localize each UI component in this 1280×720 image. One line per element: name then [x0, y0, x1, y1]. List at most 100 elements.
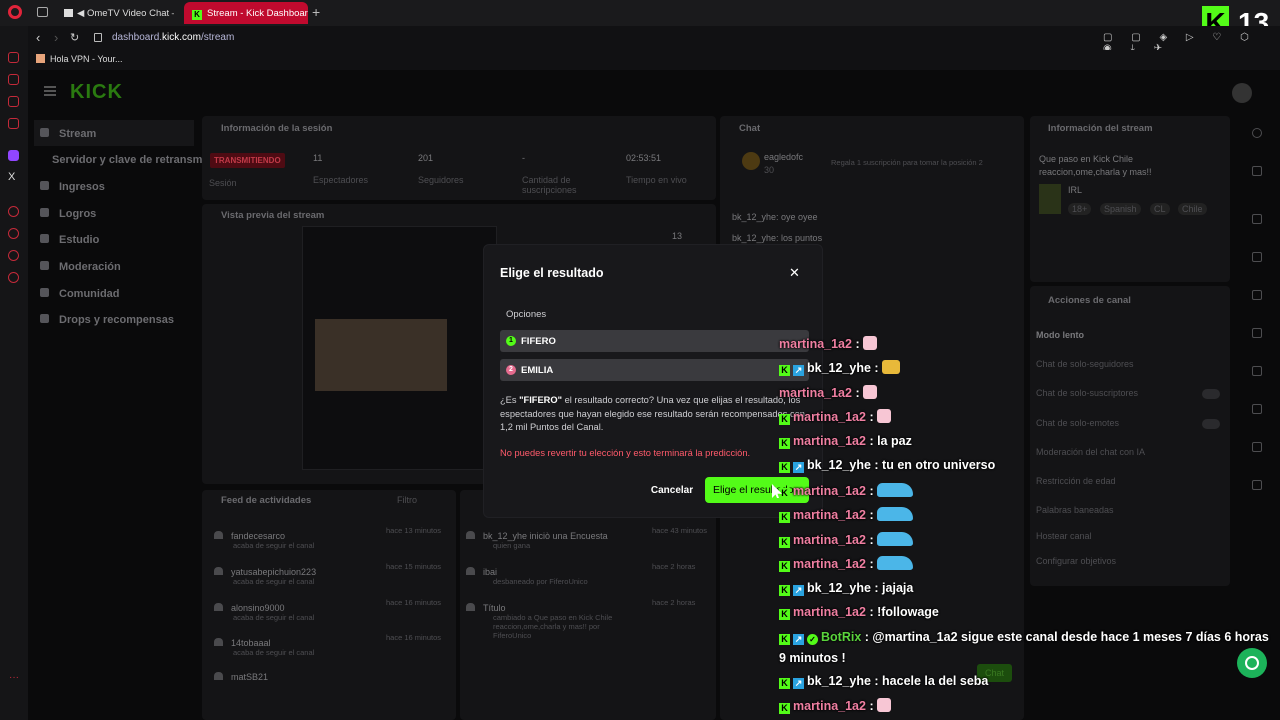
tab-kick-dashboard[interactable]: K Stream - Kick Dashboard: [184, 2, 308, 24]
sidebar-item-estudio[interactable]: Estudio: [40, 234, 99, 246]
sidebar-app-icon[interactable]: [8, 96, 19, 107]
new-tab-button[interactable]: +: [312, 4, 320, 20]
sidebar-item-ingresos[interactable]: Ingresos: [40, 181, 105, 193]
chat-message: Kmartina_1a2 :: [779, 409, 892, 425]
tag[interactable]: 18+: [1068, 203, 1092, 215]
filter-button[interactable]: Filtro: [397, 495, 417, 505]
url-field[interactable]: dashboard.kick.com/stream: [112, 32, 234, 43]
chat-username[interactable]: martina_1a2: [793, 484, 866, 498]
chat-message: martina_1a2 :: [779, 336, 878, 351]
chat-username[interactable]: bk_12_yhe: [807, 674, 871, 688]
sidebar-app-icon[interactable]: [8, 250, 19, 261]
sidebar-app-icon[interactable]: [8, 206, 19, 217]
bear-emote-icon: [863, 336, 878, 350]
chat-username[interactable]: martina_1a2: [779, 386, 852, 400]
tab-label: Stream - Kick Dashboard: [207, 8, 308, 19]
activity-feed-title: Feed de actividades: [221, 495, 312, 506]
mod-action-desc: cambiado a Que paso en Kick Chile reacci…: [493, 613, 613, 640]
chat-username[interactable]: martina_1a2: [793, 557, 866, 571]
activity-user[interactable]: alonsino9000: [231, 603, 285, 613]
document-icon[interactable]: [1252, 290, 1262, 300]
tag[interactable]: CL: [1150, 203, 1170, 215]
chat-username[interactable]: martina_1a2: [793, 434, 866, 448]
car-emote-icon: [877, 556, 914, 570]
sidebar-item-server-key[interactable]: Servidor y clave de retransm: [52, 154, 202, 166]
session-label: Sesión: [209, 178, 237, 188]
avatar[interactable]: [1232, 83, 1252, 103]
mod-action-time: hace 2 horas: [652, 562, 696, 571]
lightning-icon[interactable]: [1252, 252, 1262, 262]
activity-user[interactable]: yatusabepichuion223: [231, 567, 316, 577]
activity-user[interactable]: fandecesarco: [231, 531, 285, 541]
session-info-title: Información de la sesión: [221, 123, 333, 134]
menu-icon[interactable]: [44, 86, 56, 96]
sidebar-item-label: Moderación: [59, 261, 121, 273]
chat-username[interactable]: martina_1a2: [793, 699, 866, 713]
sidebar-app-icon[interactable]: [8, 52, 19, 63]
sidebar-item-label: Estudio: [59, 234, 100, 246]
settings-icon[interactable]: [8, 272, 19, 283]
kick-logo[interactable]: KICK: [70, 81, 123, 104]
forward-button[interactable]: ›: [54, 30, 58, 45]
chat-username[interactable]: martina_1a2: [793, 508, 866, 522]
choose-result-modal: Elige el resultado ✕ Opciones 1 FIFERO 2…: [483, 244, 823, 518]
chat-username[interactable]: martina_1a2: [779, 337, 852, 351]
opera-logo-icon[interactable]: [8, 5, 22, 19]
moderator-badge-icon: ↗: [793, 462, 804, 473]
activity-desc: acaba de seguir el canal: [233, 541, 315, 550]
option-emilia[interactable]: 2 EMILIA: [500, 359, 809, 381]
top-gifter-name[interactable]: eagledofc: [764, 152, 803, 162]
viewers-value: 11: [313, 153, 323, 163]
bookmark-hola-vpn[interactable]: Hola VPN - Your...: [36, 54, 123, 64]
help-chat-button[interactable]: [1237, 648, 1267, 678]
tag[interactable]: Spanish: [1100, 203, 1141, 215]
chat-username[interactable]: bk_12_yhe: [807, 581, 871, 595]
bookmarks-bar: Hola VPN - Your...: [28, 50, 1280, 70]
activity-user[interactable]: 14tobaaal: [231, 638, 271, 648]
twitch-icon[interactable]: [8, 150, 19, 161]
reload-button[interactable]: ↻: [70, 31, 79, 44]
stream-preview-video[interactable]: [302, 226, 497, 470]
sidebar-item-comunidad[interactable]: Comunidad: [40, 288, 120, 300]
modal-title: Elige el resultado: [500, 266, 604, 280]
sidebar-item-stream[interactable]: Stream: [34, 120, 194, 146]
tag[interactable]: Chile: [1178, 203, 1207, 215]
clock-icon[interactable]: [8, 228, 19, 239]
webcam-feed: [315, 319, 447, 391]
sidebar-app-icon[interactable]: [8, 74, 19, 85]
tab-ometv[interactable]: ◀ OmeTV Video Chat —: [56, 2, 174, 24]
close-icon[interactable]: ✕: [789, 265, 800, 281]
more-icon[interactable]: ···: [9, 672, 19, 683]
stream-title: Que paso en Kick Chile reaccion,ome,char…: [1039, 154, 1152, 177]
option-number: 2: [506, 365, 516, 375]
chat-username[interactable]: martina_1a2: [793, 605, 866, 619]
sidebar-app-icon[interactable]: [8, 118, 19, 129]
activity-user[interactable]: matSB21: [231, 672, 268, 682]
category-name[interactable]: IRL: [1068, 185, 1082, 195]
sidebar-item-logros[interactable]: Logros: [40, 208, 96, 220]
chat-username[interactable]: bk_12_yhe: [807, 361, 871, 375]
tab-label: OmeTV Video Chat —: [86, 8, 174, 19]
info-icon[interactable]: [1252, 128, 1262, 138]
top-gifter-amount: 30: [764, 165, 775, 175]
frog-emote-icon: [882, 360, 901, 374]
chat-message: K ↗ bk_12_yhe :: [779, 360, 901, 376]
sidebar-item-drops[interactable]: Drops y recompensas: [40, 314, 174, 326]
chat-username[interactable]: bk_12_yhe: [807, 458, 871, 472]
tab-grid-icon[interactable]: [37, 7, 48, 17]
kick-badge-icon: K: [779, 703, 790, 714]
tool-icon[interactable]: [1252, 214, 1262, 224]
kick-badge-icon: K: [779, 462, 790, 473]
chat-username[interactable]: martina_1a2: [793, 410, 866, 424]
sidebar-item-moderacion[interactable]: Moderación: [40, 261, 121, 273]
activity-time: hace 15 minutos: [386, 562, 442, 571]
chat-username[interactable]: BotRix: [821, 630, 861, 644]
edit-icon[interactable]: [1252, 166, 1262, 176]
chat-username[interactable]: martina_1a2: [793, 533, 866, 547]
category-thumbnail: [1039, 184, 1061, 214]
back-button[interactable]: ‹: [36, 30, 40, 45]
cancel-button[interactable]: Cancelar: [642, 477, 702, 503]
activity-feed-panel: Feed de actividades Filtro fandecesarco …: [202, 490, 456, 720]
option-fifero[interactable]: 1 FIFERO: [500, 330, 809, 352]
x-twitter-icon[interactable]: X: [8, 171, 15, 183]
